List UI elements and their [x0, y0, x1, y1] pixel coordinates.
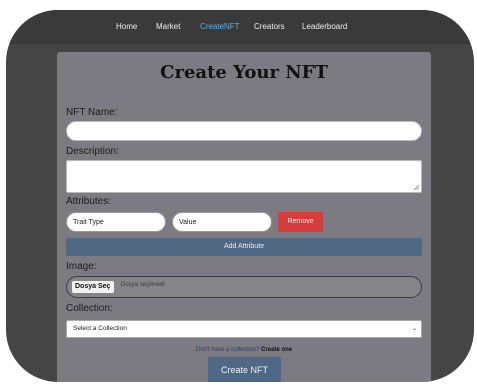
nav-link-creators[interactable]: Creators: [254, 22, 285, 31]
nav-link-create-nft[interactable]: CreateNFT: [200, 22, 240, 31]
attributes-label: Attributes:: [66, 196, 112, 207]
resize-handle-icon[interactable]: [414, 185, 419, 190]
create-nft-form: Create Your NFT NFT Name: Description: A…: [57, 52, 431, 382]
page-title: Create Your NFT: [160, 62, 328, 83]
collection-select[interactable]: Select a Collection ⌄: [66, 320, 422, 338]
image-label: Image:: [66, 261, 97, 272]
remove-attribute-button[interactable]: Remove: [278, 212, 323, 232]
file-status-text: Dosya seçilmedi: [121, 282, 165, 288]
trait-value-input[interactable]: Value: [172, 212, 272, 232]
add-attribute-button[interactable]: Add Attribute: [66, 238, 422, 256]
description-label: Description:: [66, 146, 119, 157]
create-collection-link[interactable]: Create one: [261, 347, 292, 353]
nav-link-market[interactable]: Market: [156, 22, 180, 31]
collection-selected-value: Select a Collection: [73, 325, 127, 332]
nav-link-leaderboard[interactable]: Leaderboard: [302, 22, 347, 31]
chevron-down-icon: ⌄: [411, 326, 417, 332]
no-collection-text: Don't have a collection?: [195, 347, 260, 353]
choose-file-button[interactable]: Dosya Seç: [71, 280, 115, 294]
trait-type-input[interactable]: Trait Type: [66, 212, 166, 232]
description-textarea[interactable]: [66, 160, 422, 193]
create-nft-button[interactable]: Create NFT: [208, 357, 281, 382]
image-file-input[interactable]: Dosya Seç Dosya seçilmedi: [66, 276, 422, 298]
nav-link-home[interactable]: Home: [116, 22, 137, 31]
no-collection-hint: Don't have a collection? Create one: [57, 347, 431, 353]
top-navbar: Home Market CreateNFT Creators Leaderboa…: [6, 10, 474, 44]
nft-name-label: NFT Name:: [66, 107, 118, 118]
collection-label: Collection:: [66, 303, 113, 314]
app-frame: Home Market CreateNFT Creators Leaderboa…: [6, 10, 474, 382]
nft-name-input[interactable]: [66, 121, 422, 141]
